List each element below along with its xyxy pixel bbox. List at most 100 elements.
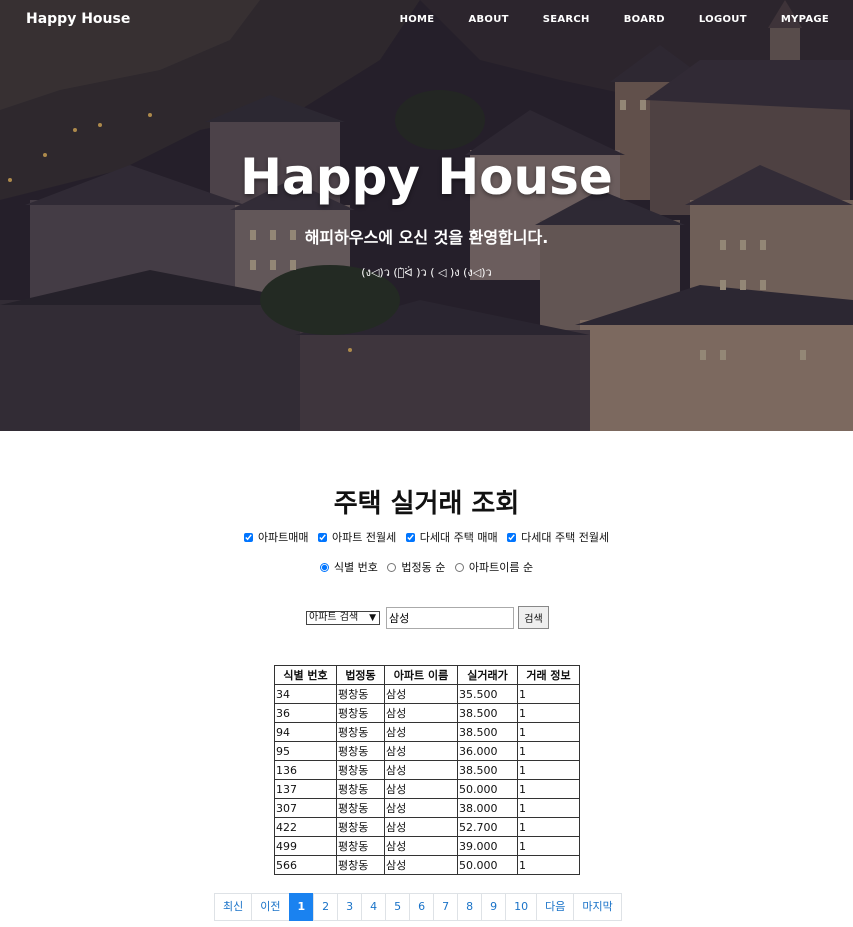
table-row[interactable]: 94 평창동 삼성 38.500 1 — [274, 722, 580, 742]
table-cell: 1 — [517, 722, 580, 742]
table-cell: 36.000 — [457, 741, 518, 761]
table-cell: 1 — [517, 855, 580, 875]
table-cell: 평창동 — [336, 855, 385, 875]
table-cell: 평창동 — [336, 722, 385, 742]
page-title: 주택 실거래 조회 — [333, 489, 520, 519]
nav-home[interactable]: HOME — [400, 14, 435, 25]
filter-apt-sale-checkbox[interactable] — [243, 532, 253, 542]
table-row[interactable]: 95 평창동 삼성 36.000 1 — [274, 741, 580, 761]
table-cell: 삼성 — [384, 779, 458, 799]
table-cell: 삼성 — [384, 741, 458, 761]
sort-by-id[interactable]: 식별 번호 — [319, 559, 378, 575]
header-apt-name: 아파트 이름 — [384, 665, 458, 685]
table-cell: 평창동 — [336, 741, 385, 761]
table-cell: 422 — [274, 817, 337, 837]
page-link[interactable]: 마지막 — [573, 893, 622, 921]
table-cell: 95 — [274, 741, 337, 761]
search-input[interactable] — [386, 606, 514, 629]
page-link[interactable]: 10 — [505, 893, 538, 921]
table-cell: 1 — [517, 817, 580, 837]
filter-multi-sale-checkbox[interactable] — [405, 532, 415, 542]
city-background-image — [0, 0, 853, 431]
table-cell: 평창동 — [336, 703, 385, 723]
filter-multi-rent-checkbox[interactable] — [507, 532, 517, 542]
filter-apt-sale[interactable]: 아파트매매 — [243, 529, 309, 545]
sort-by-dong-radio[interactable] — [387, 562, 397, 572]
filter-multi-rent[interactable]: 다세대 주택 전월세 — [507, 529, 609, 545]
filter-multi-sale[interactable]: 다세대 주택 매매 — [405, 529, 498, 545]
page-link[interactable]: 7 — [433, 893, 459, 921]
table-row[interactable]: 136 평창동 삼성 38.500 1 — [274, 760, 580, 780]
table-row[interactable]: 34 평창동 삼성 35.500 1 — [274, 684, 580, 704]
sort-options: 식별 번호 법정동 순 아파트이름 순 — [0, 559, 853, 575]
filter-apt-rent-checkbox[interactable] — [318, 532, 328, 542]
search-type-select[interactable]: 아파트 검색 ▼ — [306, 610, 380, 625]
sort-by-dong[interactable]: 법정동 순 — [387, 559, 445, 575]
table-cell: 566 — [274, 855, 337, 875]
table-cell: 136 — [274, 760, 337, 780]
table-cell: 1 — [517, 779, 580, 799]
nav-logout[interactable]: LOGOUT — [699, 14, 747, 25]
table-cell: 35.500 — [457, 684, 518, 704]
page-link[interactable]: 1 — [288, 893, 315, 921]
nav-search[interactable]: SEARCH — [543, 14, 590, 25]
top-navbar: Happy House HOME ABOUT SEARCH BOARD LOGO… — [0, 0, 853, 40]
header-id: 식별 번호 — [274, 665, 337, 685]
sort-by-apt-name[interactable]: 아파트이름 순 — [454, 559, 533, 575]
page-link[interactable]: 8 — [457, 893, 483, 921]
page-link[interactable]: 최신 — [214, 893, 253, 921]
nav-about[interactable]: ABOUT — [468, 14, 508, 25]
main-content: 주택 실거래 조회 아파트매매 아파트 전월세 다세대 주택 매매 다세대 주택… — [0, 431, 853, 927]
hero-emoticons: (ง◁)ว (ง̀ᐛ )ว ( ◁ )ง (ง◁)ว — [361, 266, 492, 279]
table-cell: 평창동 — [336, 760, 385, 780]
table-cell: 50.000 — [457, 779, 518, 799]
page-link[interactable]: 2 — [313, 893, 339, 921]
table-cell: 499 — [274, 836, 337, 856]
table-cell: 삼성 — [384, 703, 458, 723]
table-cell: 39.000 — [457, 836, 518, 856]
table-row[interactable]: 422 평창동 삼성 52.700 1 — [274, 817, 580, 837]
sort-by-id-radio[interactable] — [319, 562, 329, 572]
table-row[interactable]: 566 평창동 삼성 50.000 1 — [274, 855, 580, 875]
table-cell: 50.000 — [457, 855, 518, 875]
hero-title: Happy House — [240, 148, 613, 206]
nav-mypage[interactable]: MYPAGE — [781, 14, 829, 25]
table-cell: 평창동 — [336, 779, 385, 799]
filter-apt-rent[interactable]: 아파트 전월세 — [318, 529, 396, 545]
table-cell: 1 — [517, 836, 580, 856]
table-cell: 1 — [517, 703, 580, 723]
table-row[interactable]: 499 평창동 삼성 39.000 1 — [274, 836, 580, 856]
page-link[interactable]: 4 — [361, 893, 387, 921]
page-link[interactable]: 6 — [409, 893, 435, 921]
results-table: 식별 번호 법정동 아파트 이름 실거래가 거래 정보 34 평창동 삼성 35.50… — [274, 665, 580, 875]
table-cell: 137 — [274, 779, 337, 799]
hero-subtitle: 해피하우스에 오신 것을 환영합니다. — [304, 228, 549, 247]
header-dong: 법정동 — [336, 665, 385, 685]
brand-logo[interactable]: Happy House — [26, 11, 130, 27]
page-link[interactable]: 5 — [385, 893, 411, 921]
hero-banner: Happy House HOME ABOUT SEARCH BOARD LOGO… — [0, 0, 853, 431]
chevron-down-icon: ▼ — [369, 612, 376, 623]
header-price: 실거래가 — [457, 665, 518, 685]
deal-type-filters: 아파트매매 아파트 전월세 다세대 주택 매매 다세대 주택 전월세 — [0, 529, 853, 545]
page-link[interactable]: 다음 — [536, 893, 575, 921]
table-cell: 삼성 — [384, 760, 458, 780]
page-link[interactable]: 9 — [481, 893, 507, 921]
table-row[interactable]: 137 평창동 삼성 50.000 1 — [274, 779, 580, 799]
table-cell: 삼성 — [384, 855, 458, 875]
table-cell: 1 — [517, 760, 580, 780]
page-link[interactable]: 3 — [337, 893, 363, 921]
table-cell: 34 — [274, 684, 337, 704]
table-row[interactable]: 307 평창동 삼성 38.000 1 — [274, 798, 580, 818]
sort-by-apt-name-radio[interactable] — [454, 562, 464, 572]
table-cell: 1 — [517, 798, 580, 818]
table-row[interactable]: 36 평창동 삼성 38.500 1 — [274, 703, 580, 723]
table-cell: 평창동 — [336, 684, 385, 704]
table-cell: 삼성 — [384, 836, 458, 856]
nav-links: HOME ABOUT SEARCH BOARD LOGOUT MYPAGE — [366, 14, 829, 25]
page-link[interactable]: 이전 — [251, 893, 290, 921]
table-cell: 38.500 — [457, 722, 518, 742]
nav-board[interactable]: BOARD — [624, 14, 665, 25]
table-cell: 38.500 — [457, 703, 518, 723]
search-button[interactable]: 검색 — [518, 606, 549, 629]
